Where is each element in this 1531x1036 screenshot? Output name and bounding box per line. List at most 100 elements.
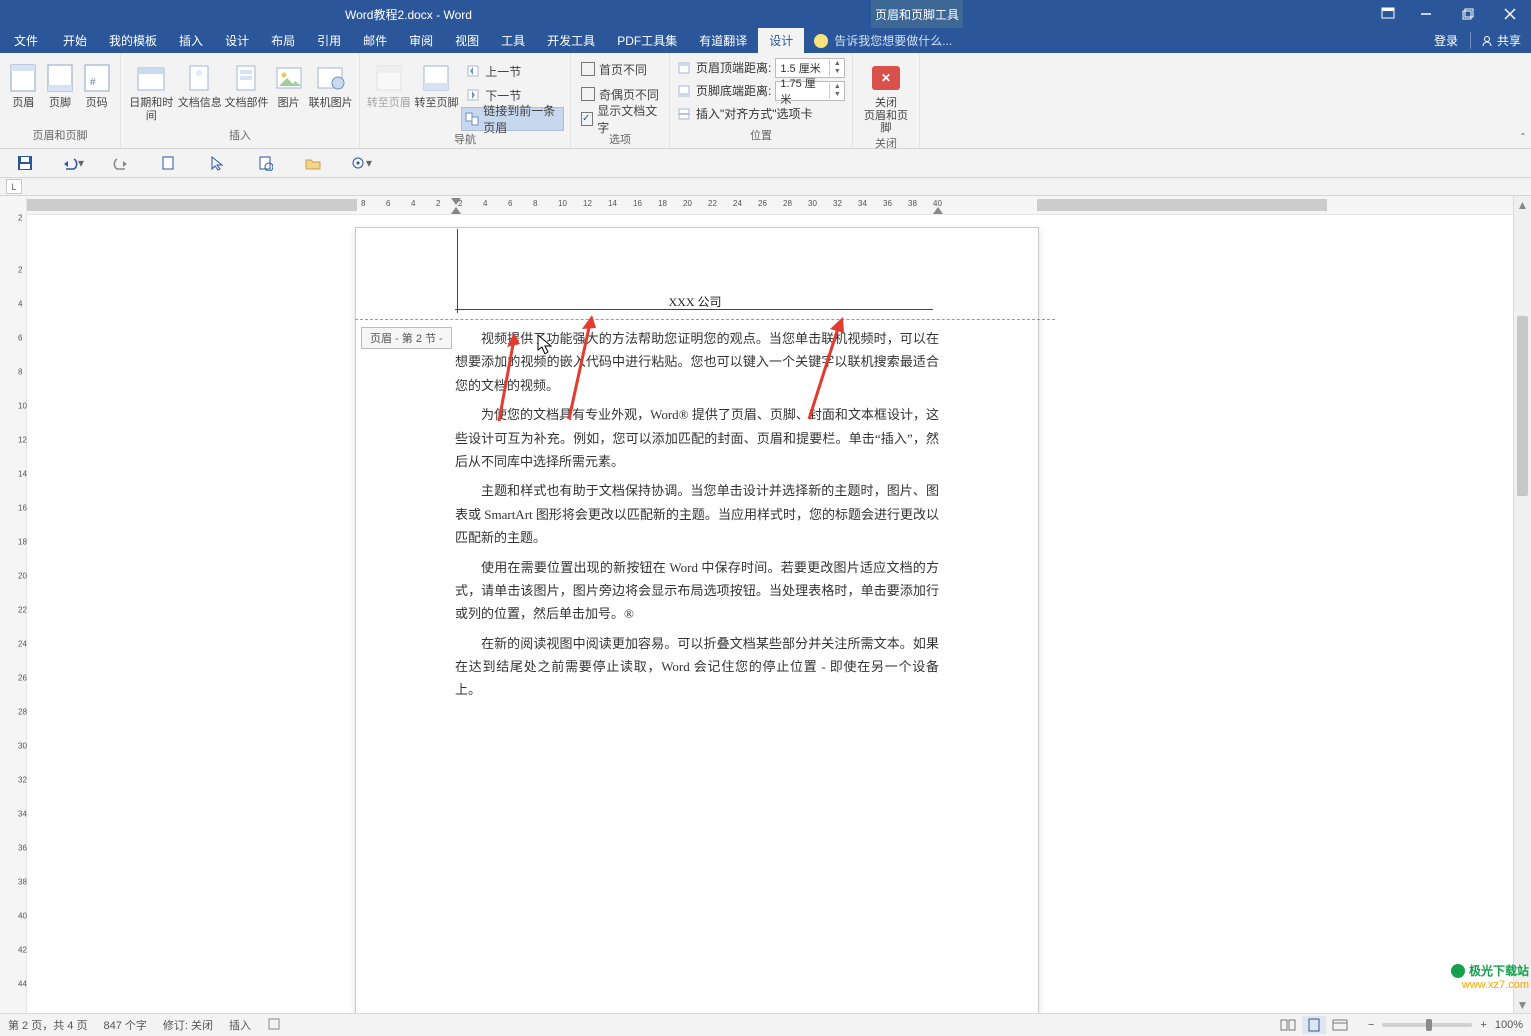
tab-review[interactable]: 审阅 bbox=[398, 28, 444, 53]
print-layout-button[interactable] bbox=[1302, 1016, 1326, 1034]
hanging-indent-marker[interactable] bbox=[451, 207, 461, 214]
collapse-ribbon-button[interactable]: ˆ bbox=[1521, 131, 1525, 145]
next-icon bbox=[465, 87, 481, 103]
scroll-up-button[interactable]: ▲ bbox=[1514, 196, 1531, 213]
tab-developer[interactable]: 开发工具 bbox=[536, 28, 606, 53]
docinfo-button[interactable]: 文档信息 bbox=[177, 57, 222, 110]
page-indicator[interactable]: 第 2 页，共 4 页 bbox=[8, 1017, 87, 1033]
checkbox-checked-icon bbox=[581, 112, 593, 126]
tab-tools[interactable]: 工具 bbox=[490, 28, 536, 53]
ribbon-display-options-button[interactable] bbox=[1371, 0, 1405, 28]
group-label-position: 位置 bbox=[670, 127, 852, 148]
spin-up-icon[interactable]: ▲ bbox=[830, 60, 844, 68]
zoom-handle[interactable] bbox=[1426, 1019, 1432, 1031]
horizontal-ruler[interactable]: 8642246810121416182022242628303234363840 bbox=[27, 196, 1531, 215]
tab-file[interactable]: 文件 bbox=[0, 28, 52, 53]
header-underline bbox=[455, 309, 933, 310]
group-label-nav: 导航 bbox=[360, 131, 570, 150]
insert-mode[interactable]: 插入 bbox=[229, 1017, 251, 1033]
scroll-down-button[interactable]: ▼ bbox=[1514, 996, 1531, 1013]
close-window-button[interactable] bbox=[1489, 0, 1531, 28]
tab-stop-type-button[interactable]: L bbox=[6, 179, 22, 194]
quickparts-button[interactable]: 文档部件 bbox=[224, 57, 269, 110]
select-object-button[interactable] bbox=[206, 152, 228, 174]
goto-header-icon bbox=[372, 61, 406, 95]
login-link[interactable]: 登录 bbox=[1434, 32, 1458, 49]
datetime-button[interactable]: 日期和时间 bbox=[127, 57, 175, 122]
tab-my-templates[interactable]: 我的模板 bbox=[98, 28, 168, 53]
header-text[interactable]: XXX 公司 bbox=[355, 293, 1035, 310]
online-pictures-button[interactable]: 联机图片 bbox=[308, 57, 353, 110]
link-to-previous-button[interactable]: 链接到前一条页眉 bbox=[461, 107, 564, 131]
quick-access-toolbar: ▾ ▾ bbox=[0, 149, 1531, 178]
zoom-in-button[interactable]: + bbox=[1480, 1019, 1486, 1031]
different-first-page-checkbox[interactable]: 首页不同 bbox=[577, 57, 651, 81]
calendar-icon bbox=[134, 61, 168, 95]
tab-home[interactable]: 开始 bbox=[52, 28, 98, 53]
title-bar: Word教程2.docx - Word 页眉和页脚工具 bbox=[0, 0, 1531, 28]
footer-gallery-button[interactable]: 页脚 bbox=[43, 57, 78, 110]
touch-mode-button[interactable]: ▾ bbox=[350, 152, 372, 174]
right-indent-marker[interactable] bbox=[933, 207, 943, 214]
print-preview-button[interactable] bbox=[254, 152, 276, 174]
macro-record-button[interactable] bbox=[267, 1017, 281, 1034]
redo-button[interactable] bbox=[110, 152, 132, 174]
vertical-scrollbar[interactable]: ▲ ▼ bbox=[1513, 196, 1531, 1013]
zoom-level[interactable]: 100% bbox=[1495, 1019, 1523, 1031]
save-button[interactable] bbox=[14, 152, 36, 174]
paragraph: 主题和样式也有助于文档保持协调。当您单击设计并选择新的主题时，图片、图表或 Sm… bbox=[455, 479, 939, 549]
web-layout-button[interactable] bbox=[1328, 1016, 1352, 1034]
view-switcher bbox=[1276, 1016, 1352, 1034]
document-body-text[interactable]: 视频提供了功能强大的方法帮助您证明您的观点。当您单击联机视频时，可以在想要添加的… bbox=[455, 327, 939, 708]
document-viewport[interactable]: 8642246810121416182022242628303234363840… bbox=[27, 196, 1531, 1013]
insert-align-tab-button[interactable]: 插入"对齐方式"选项卡 bbox=[676, 103, 813, 124]
zoom-slider[interactable] bbox=[1382, 1023, 1472, 1027]
tab-view[interactable]: 视图 bbox=[444, 28, 490, 53]
tab-pdf-tools[interactable]: PDF工具集 bbox=[606, 28, 688, 53]
spin-down-icon[interactable]: ▼ bbox=[830, 68, 844, 76]
goto-footer-button[interactable]: 转至页脚 bbox=[414, 57, 460, 110]
previous-section-button[interactable]: 上一节 bbox=[461, 59, 564, 83]
tab-insert[interactable]: 插入 bbox=[168, 28, 214, 53]
footer-bottom-spinner[interactable]: 1.75 厘米 ▲▼ bbox=[775, 81, 845, 101]
share-icon bbox=[1481, 35, 1493, 47]
restore-button[interactable] bbox=[1447, 0, 1489, 28]
spin-up-icon[interactable]: ▲ bbox=[830, 83, 844, 91]
header-gallery-button[interactable]: 页眉 bbox=[6, 57, 41, 110]
page-number-button[interactable]: # 页码 bbox=[79, 57, 114, 110]
quick-parts-icon bbox=[230, 61, 264, 95]
header-icon bbox=[6, 61, 40, 95]
lightbulb-icon bbox=[814, 34, 828, 48]
scroll-thumb[interactable] bbox=[1517, 316, 1528, 496]
ribbon: 页眉 页脚 # 页码 页眉和页脚 日期和时间 bbox=[0, 53, 1531, 149]
footer-from-bottom[interactable]: 页脚底端距离: 1.75 厘米 ▲▼ bbox=[676, 80, 845, 101]
tab-design[interactable]: 设计 bbox=[214, 28, 260, 53]
vertical-ruler[interactable]: 2468101214161820222426283032343638404244… bbox=[0, 196, 27, 1013]
tell-me-search[interactable]: 告诉我您想要做什么... bbox=[814, 28, 952, 53]
track-changes-status[interactable]: 修订: 关闭 bbox=[163, 1017, 213, 1033]
spin-down-icon[interactable]: ▼ bbox=[830, 91, 844, 99]
tab-hf-design[interactable]: 设计 bbox=[758, 28, 804, 53]
minimize-button[interactable] bbox=[1405, 0, 1447, 28]
tab-layout[interactable]: 布局 bbox=[260, 28, 306, 53]
show-document-text-checkbox[interactable]: 显示文档文字 bbox=[577, 107, 663, 131]
zoom-out-button[interactable]: − bbox=[1368, 1019, 1374, 1031]
tab-mail[interactable]: 邮件 bbox=[352, 28, 398, 53]
new-doc-button[interactable] bbox=[158, 152, 180, 174]
online-picture-icon bbox=[314, 61, 348, 95]
close-x-icon: ✕ bbox=[872, 66, 900, 90]
share-button[interactable]: 共享 bbox=[1470, 32, 1521, 49]
read-mode-button[interactable] bbox=[1276, 1016, 1300, 1034]
svg-text:#: # bbox=[90, 77, 96, 88]
open-button[interactable] bbox=[302, 152, 324, 174]
checkbox-icon bbox=[581, 62, 595, 76]
close-header-footer-button[interactable]: ✕ 关闭页眉和页脚 bbox=[859, 57, 913, 135]
tab-youdao[interactable]: 有道翻译 bbox=[688, 28, 758, 53]
page-number-icon: # bbox=[80, 61, 114, 95]
zoom-controls: − + 100% bbox=[1368, 1019, 1523, 1031]
undo-button[interactable]: ▾ bbox=[62, 152, 84, 174]
word-count[interactable]: 847 个字 bbox=[103, 1017, 146, 1033]
prev-icon bbox=[465, 63, 481, 79]
pictures-button[interactable]: 图片 bbox=[271, 57, 306, 110]
tab-references[interactable]: 引用 bbox=[306, 28, 352, 53]
